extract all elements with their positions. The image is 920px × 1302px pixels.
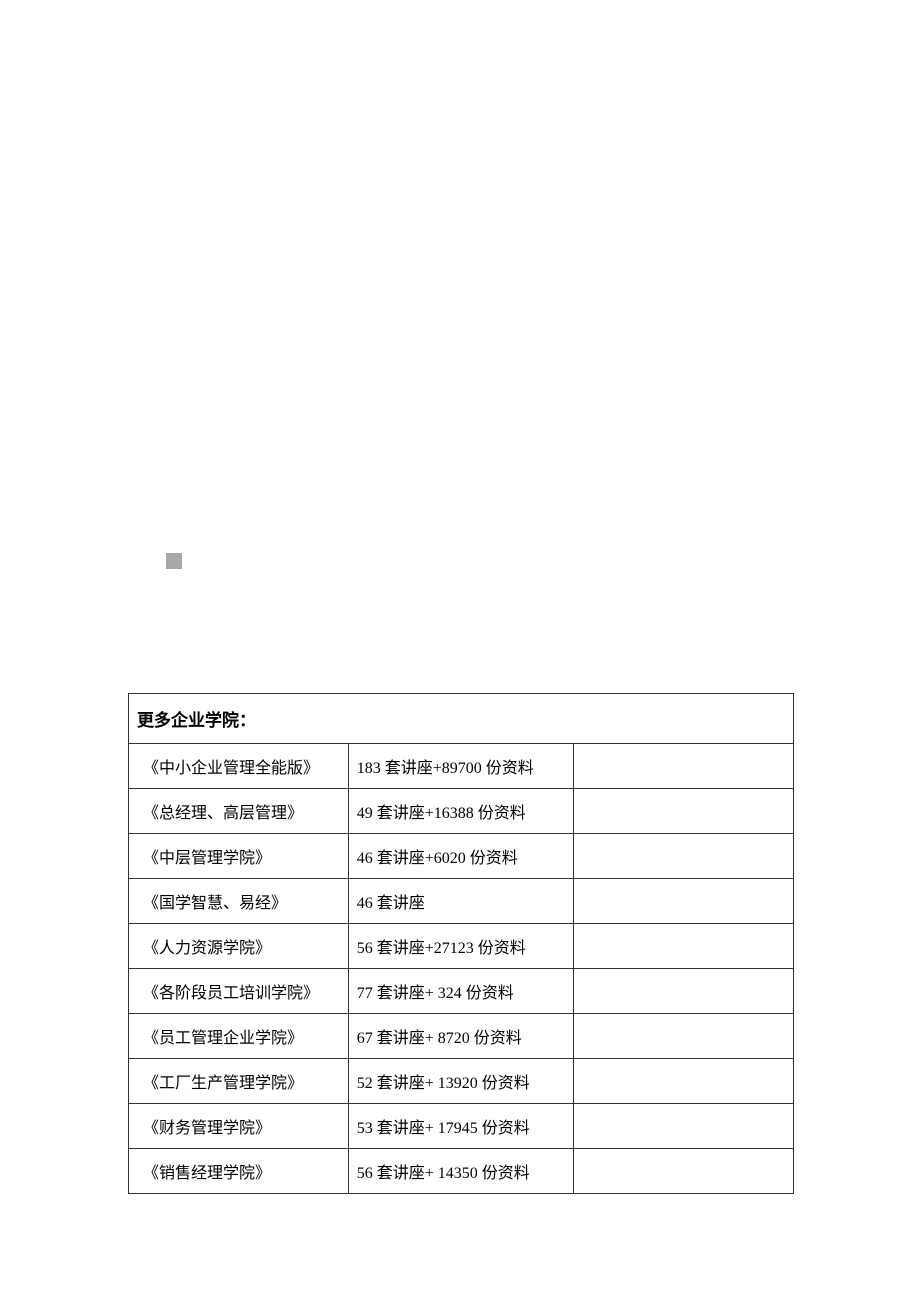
- table-row: 《销售经理学院》 56 套讲座+ 14350 份资料: [129, 1149, 794, 1194]
- course-name: 《员工管理企业学院》: [129, 1014, 349, 1059]
- empty-cell: [574, 744, 794, 789]
- course-name: 《工厂生产管理学院》: [129, 1059, 349, 1104]
- course-content: 77 套讲座+ 324 份资料: [348, 969, 574, 1014]
- course-content: 46 套讲座: [348, 879, 574, 924]
- course-content: 67 套讲座+ 8720 份资料: [348, 1014, 574, 1059]
- table-row: 《中小企业管理全能版》 183 套讲座+89700 份资料: [129, 744, 794, 789]
- course-name: 《中小企业管理全能版》: [129, 744, 349, 789]
- empty-cell: [574, 1014, 794, 1059]
- course-content: 46 套讲座+6020 份资料: [348, 834, 574, 879]
- course-name: 《人力资源学院》: [129, 924, 349, 969]
- decorative-square: [166, 553, 182, 569]
- course-name: 《总经理、高层管理》: [129, 789, 349, 834]
- empty-cell: [574, 1149, 794, 1194]
- table-row: 《中层管理学院》 46 套讲座+6020 份资料: [129, 834, 794, 879]
- empty-cell: [574, 789, 794, 834]
- course-table: 更多企业学院： 《中小企业管理全能版》 183 套讲座+89700 份资料 《总…: [128, 693, 794, 1194]
- course-name: 《各阶段员工培训学院》: [129, 969, 349, 1014]
- course-content: 53 套讲座+ 17945 份资料: [348, 1104, 574, 1149]
- table-header-row: 更多企业学院：: [129, 694, 794, 744]
- course-content: 52 套讲座+ 13920 份资料: [348, 1059, 574, 1104]
- course-content: 56 套讲座+27123 份资料: [348, 924, 574, 969]
- table-row: 《人力资源学院》 56 套讲座+27123 份资料: [129, 924, 794, 969]
- course-name: 《国学智慧、易经》: [129, 879, 349, 924]
- course-content: 49 套讲座+16388 份资料: [348, 789, 574, 834]
- table-row: 《财务管理学院》 53 套讲座+ 17945 份资料: [129, 1104, 794, 1149]
- table-title: 更多企业学院：: [129, 694, 794, 744]
- course-content: 183 套讲座+89700 份资料: [348, 744, 574, 789]
- empty-cell: [574, 1104, 794, 1149]
- empty-cell: [574, 1059, 794, 1104]
- course-name: 《中层管理学院》: [129, 834, 349, 879]
- table-row: 《总经理、高层管理》 49 套讲座+16388 份资料: [129, 789, 794, 834]
- table-row: 《各阶段员工培训学院》 77 套讲座+ 324 份资料: [129, 969, 794, 1014]
- course-name: 《财务管理学院》: [129, 1104, 349, 1149]
- table-row: 《工厂生产管理学院》 52 套讲座+ 13920 份资料: [129, 1059, 794, 1104]
- empty-cell: [574, 924, 794, 969]
- empty-cell: [574, 969, 794, 1014]
- course-name: 《销售经理学院》: [129, 1149, 349, 1194]
- course-content: 56 套讲座+ 14350 份资料: [348, 1149, 574, 1194]
- course-table-container: 更多企业学院： 《中小企业管理全能版》 183 套讲座+89700 份资料 《总…: [128, 693, 794, 1194]
- table-row: 《员工管理企业学院》 67 套讲座+ 8720 份资料: [129, 1014, 794, 1059]
- empty-cell: [574, 879, 794, 924]
- empty-cell: [574, 834, 794, 879]
- table-row: 《国学智慧、易经》 46 套讲座: [129, 879, 794, 924]
